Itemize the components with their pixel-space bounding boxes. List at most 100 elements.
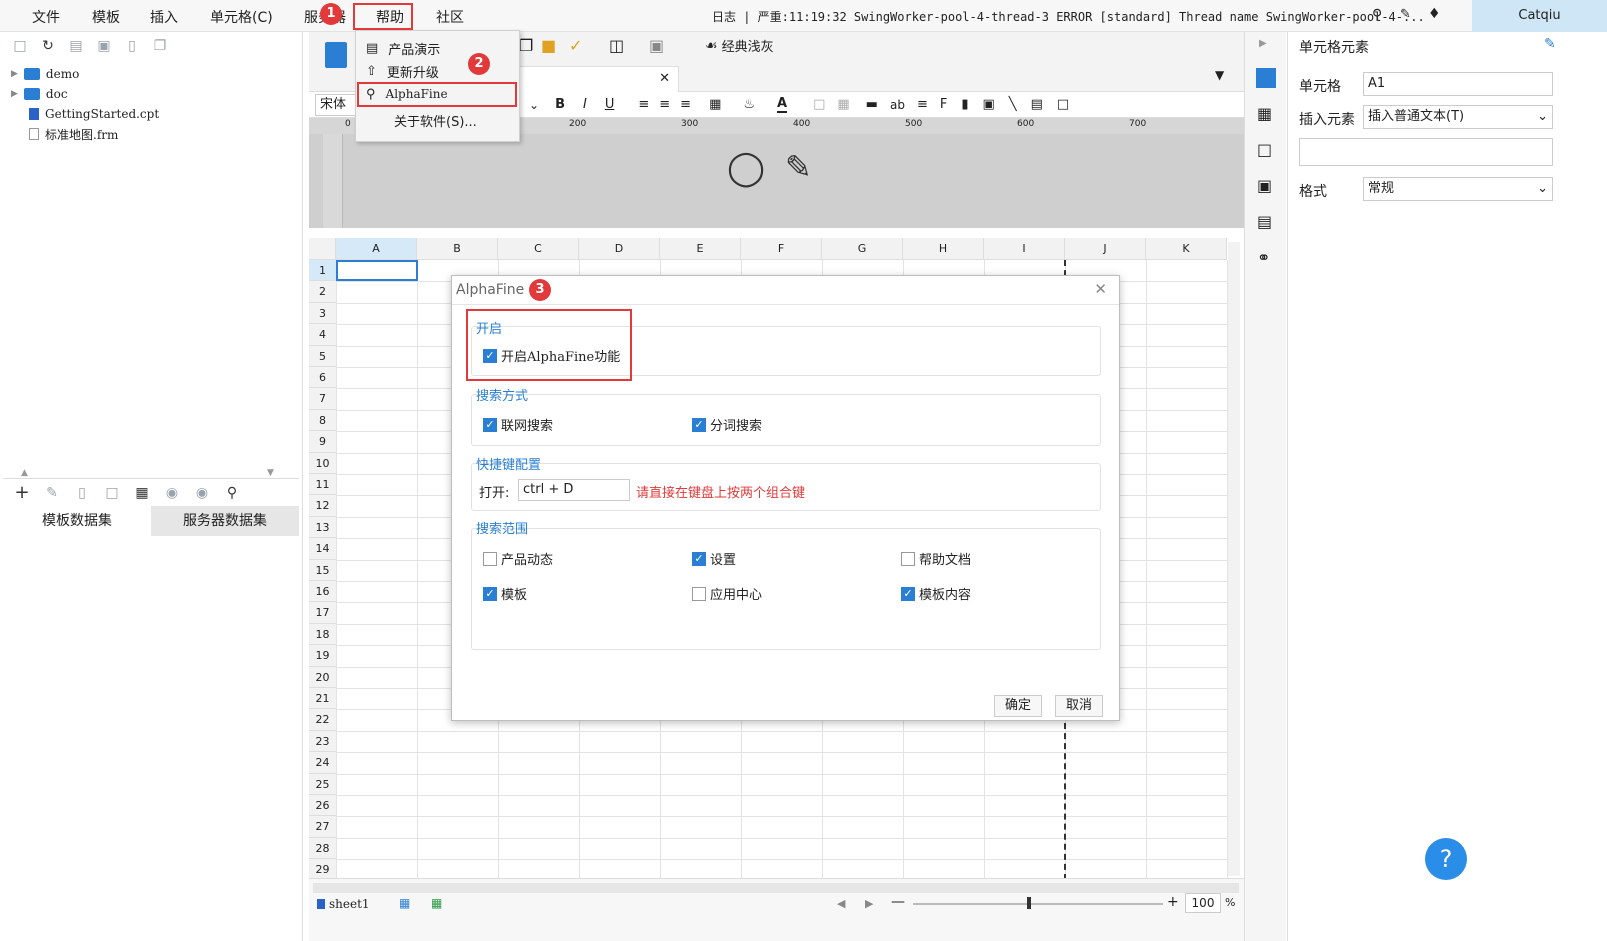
bell-icon[interactable]: ♦: [1428, 6, 1441, 22]
link-icon[interactable]: ⚭: [1257, 248, 1270, 267]
dataset-icon[interactable]: ▦: [133, 484, 151, 502]
database-edit-icon[interactable]: ◉: [193, 484, 211, 502]
expand-icon[interactable]: ▶: [11, 69, 18, 79]
collapse-up-icon[interactable]: ▲: [21, 468, 28, 478]
database-icon[interactable]: ◉: [163, 484, 181, 502]
column-header[interactable]: E: [660, 238, 741, 260]
help-button[interactable]: ?: [1425, 838, 1467, 880]
row-header[interactable]: 6: [309, 367, 336, 389]
selected-cell[interactable]: [336, 260, 418, 281]
sheet-tab[interactable]: sheet1: [317, 897, 370, 911]
column-header[interactable]: A: [336, 238, 417, 260]
shortcut-input[interactable]: ctrl + D: [518, 479, 630, 501]
close-icon[interactable]: ✕: [1094, 280, 1107, 298]
column-header[interactable]: H: [903, 238, 984, 260]
column-header[interactable]: D: [579, 238, 660, 260]
scope-product-news-checkbox[interactable]: 产品动态: [483, 549, 553, 568]
row-header[interactable]: 7: [309, 388, 336, 410]
menu-file[interactable]: 文件: [32, 7, 60, 27]
border-icon[interactable]: ▦: [709, 97, 721, 112]
row-header[interactable]: 13: [309, 516, 336, 539]
collapse-icon[interactable]: ▶: [1259, 38, 1267, 49]
copy-icon[interactable]: ❐: [519, 36, 533, 55]
zoom-out-icon[interactable]: —: [891, 894, 905, 910]
row-header[interactable]: 5: [309, 345, 336, 367]
scope-app-center-checkbox[interactable]: 应用中心: [692, 584, 762, 603]
search-icon[interactable]: ⚲: [223, 484, 241, 502]
row-header[interactable]: 26: [309, 795, 336, 817]
tree-item-gettingstarted[interactable]: GettingStarted.cpt: [29, 104, 159, 124]
column-header[interactable]: I: [984, 238, 1065, 260]
row-header[interactable]: 20: [309, 666, 336, 688]
column-header[interactable]: B: [417, 238, 498, 260]
row-header[interactable]: 17: [309, 602, 336, 624]
template-list-icon[interactable]: ▤: [67, 37, 85, 55]
menu-item-update[interactable]: ⇧ 更新升级: [366, 60, 439, 82]
preview-icon[interactable]: □: [103, 484, 121, 502]
align-right-icon[interactable]: ≡: [680, 97, 691, 112]
row-header[interactable]: 3: [309, 302, 336, 325]
align-left-icon[interactable]: ≡: [638, 97, 649, 112]
zoom-slider[interactable]: [913, 903, 1163, 905]
insert-select[interactable]: 插入普通文本(T) ⌄: [1363, 105, 1553, 129]
scope-template-checkbox[interactable]: ✓ 模板: [483, 584, 527, 603]
zoom-input[interactable]: 100: [1185, 893, 1221, 913]
copy-icon[interactable]: ❐: [151, 37, 169, 55]
row-header[interactable]: 10: [309, 452, 336, 474]
edit-pencil-icon[interactable]: ✎: [785, 148, 812, 186]
text-field-icon[interactable]: ▬: [866, 97, 878, 112]
font-size-dropdown-icon[interactable]: ⌄: [529, 98, 539, 112]
row-header[interactable]: 27: [309, 816, 336, 838]
scope-template-content-checkbox[interactable]: ✓ 模板内容: [901, 584, 971, 603]
widget-panel-icon[interactable]: ▣: [1257, 176, 1272, 195]
collapse-down-icon[interactable]: ▼: [267, 468, 274, 478]
row-header[interactable]: 4: [309, 324, 336, 346]
row-header[interactable]: 19: [309, 645, 336, 667]
row-header[interactable]: 14: [309, 538, 336, 560]
row-header[interactable]: 16: [309, 581, 336, 603]
log-status-text[interactable]: 日志 | 严重:11:19:32 SwingWorker-pool-4-thre…: [712, 8, 1425, 25]
scope-help-docs-checkbox[interactable]: 帮助文档: [901, 549, 971, 568]
fill-color-icon[interactable]: ♨: [743, 97, 755, 112]
bold-icon[interactable]: B: [555, 97, 565, 112]
menu-cell[interactable]: 单元格(C): [210, 7, 273, 27]
edit-icon[interactable]: ✎: [43, 484, 61, 502]
vertical-scrollbar[interactable]: [1228, 242, 1240, 876]
border-panel-icon[interactable]: □: [1257, 140, 1272, 159]
underline-icon[interactable]: U: [605, 97, 615, 112]
row-header[interactable]: 24: [309, 752, 336, 774]
add-form-sheet-icon[interactable]: ▦: [431, 896, 442, 910]
row-header[interactable]: 28: [309, 837, 336, 860]
menu-insert[interactable]: 插入: [150, 7, 178, 27]
richtext-icon[interactable]: ≡: [917, 97, 928, 112]
slash-icon[interactable]: ╲: [1009, 97, 1017, 112]
text-template-icon[interactable]: ◫: [609, 36, 624, 55]
row-header[interactable]: 1: [309, 260, 336, 282]
template-icon[interactable]: [325, 42, 347, 68]
select-all-corner[interactable]: [309, 238, 336, 260]
online-search-checkbox[interactable]: ✓ 联网搜索: [483, 415, 553, 434]
ok-button[interactable]: 确定: [994, 695, 1042, 717]
cell-input[interactable]: A1: [1363, 72, 1553, 96]
menu-item-about[interactable]: 关于软件(S)...: [394, 109, 477, 131]
menu-community[interactable]: 社区: [436, 7, 464, 27]
image-icon[interactable]: ▣: [983, 97, 995, 112]
row-header[interactable]: 21: [309, 688, 336, 710]
row-header[interactable]: 11: [309, 474, 336, 496]
zoom-slider-handle[interactable]: [1027, 897, 1031, 909]
column-header[interactable]: K: [1146, 238, 1227, 260]
row-header[interactable]: 8: [309, 409, 336, 432]
column-header[interactable]: J: [1065, 238, 1146, 260]
delete-icon[interactable]: ▯: [123, 37, 141, 55]
row-header[interactable]: 15: [309, 559, 336, 581]
font-color-icon[interactable]: A: [777, 96, 788, 113]
close-icon[interactable]: ✕: [659, 71, 670, 86]
new-folder-icon[interactable]: □: [11, 37, 29, 55]
hide-icon[interactable]: ◯: [727, 148, 765, 188]
next-icon[interactable]: ▶: [865, 897, 873, 910]
search-icon[interactable]: ⚲: [1372, 7, 1382, 23]
word-search-checkbox[interactable]: ✓ 分词搜索: [692, 415, 762, 434]
prev-icon[interactable]: ◀: [837, 897, 845, 910]
format-select[interactable]: 常规 ⌄: [1363, 177, 1553, 201]
formula-icon[interactable]: F: [940, 97, 947, 112]
